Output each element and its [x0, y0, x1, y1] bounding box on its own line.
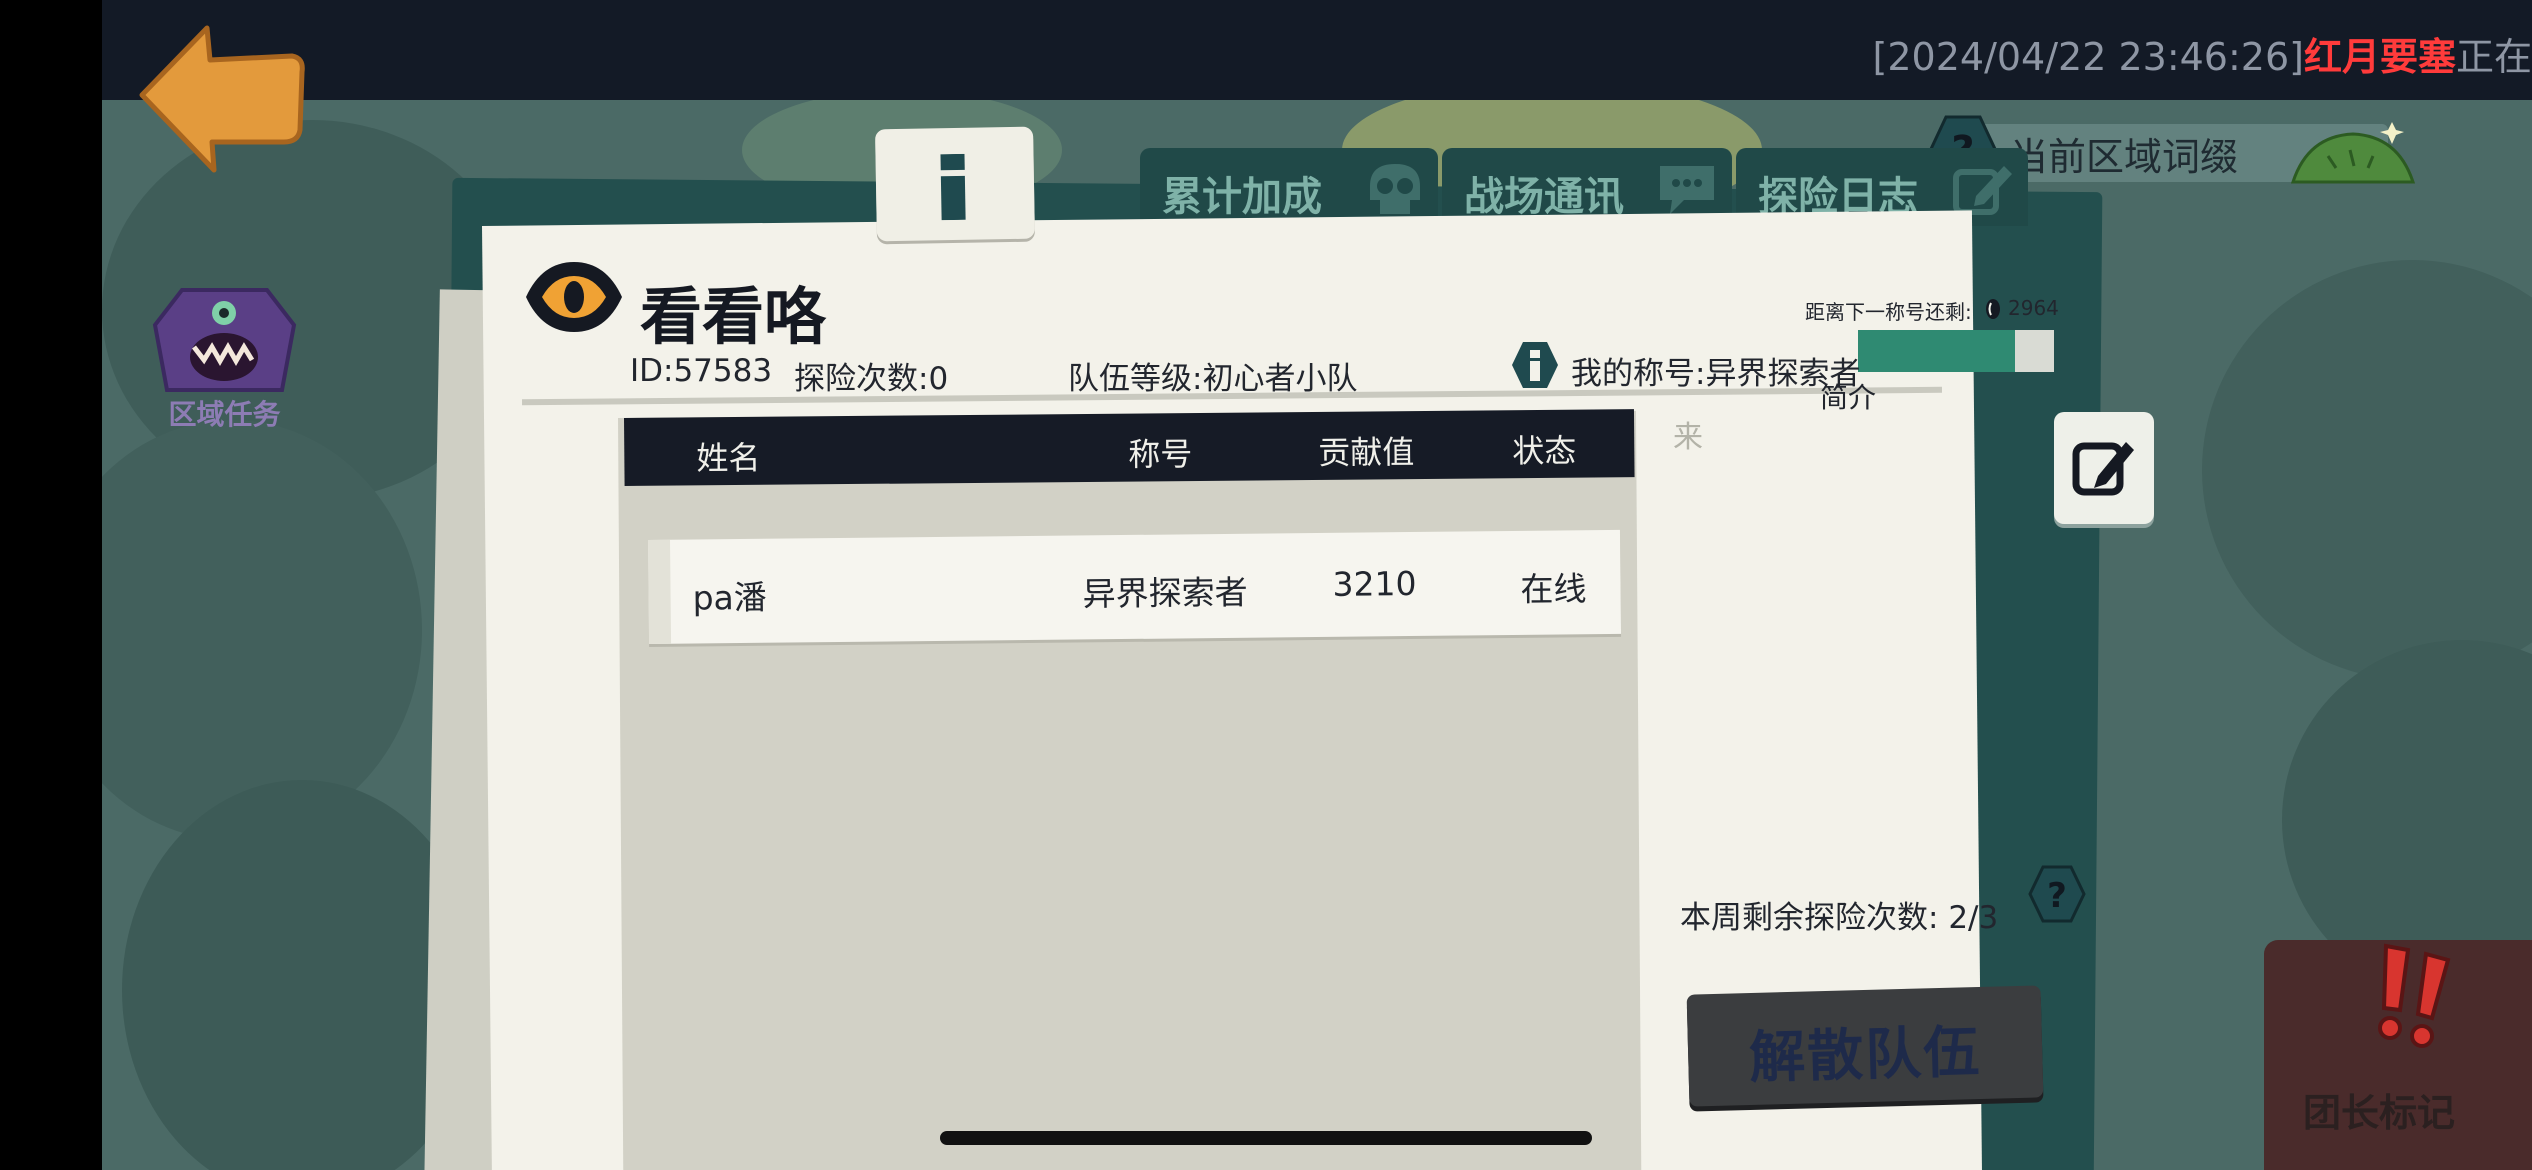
disband-team-button[interactable]: 解散队伍	[1686, 985, 2044, 1107]
member-list-area	[618, 410, 1642, 1170]
member-status: 在线	[1520, 569, 1587, 609]
ticker-timestamp: [2024/04/22 23:46:26]	[1872, 35, 2304, 79]
weekly-remaining: 本周剩余探险次数: 2/3	[1680, 892, 1998, 937]
edit-intro-button[interactable]	[2054, 412, 2154, 524]
eye-icon	[526, 262, 622, 332]
tab-team-info[interactable]	[875, 126, 1035, 242]
team-id: ID:57583	[630, 353, 773, 389]
member-title: 异界探索者	[1082, 572, 1248, 614]
tab-cumulative-bonus[interactable]: 累计加成	[1140, 148, 1438, 226]
team-name: 看看咯	[640, 280, 827, 353]
skull-icon	[1370, 164, 1420, 214]
intro-label: 简介	[1820, 381, 1877, 414]
ticker-suffix: 正在	[2455, 35, 2532, 79]
left-black-bar	[0, 0, 102, 1170]
team-header: 看看咯 ID:57583 探险次数:0 队伍等级:初心者小队 距离下一称号还剩:…	[522, 258, 2059, 398]
chat-bubble-icon	[1660, 166, 1714, 214]
info-icon	[1512, 342, 1558, 388]
title-progress-bar	[1858, 330, 2054, 372]
region-task-label: 区域任务	[168, 398, 281, 431]
weekly-remaining-value: 2/3	[1948, 900, 1999, 936]
title-progress-fill	[1858, 330, 2015, 372]
member-name: pa潘	[692, 577, 767, 618]
seed-icon	[1986, 299, 2000, 319]
team-level: 队伍等级:初心者小队	[1068, 361, 1358, 397]
expedition-count: 探险次数:0	[794, 361, 949, 397]
pencil-icon	[1953, 166, 2012, 215]
leader-mark-label: 团长标记	[2302, 1091, 2455, 1135]
area-suffix-label: 当前区域词缀	[2010, 135, 2239, 179]
svg-text:?: ?	[2047, 876, 2067, 916]
info-icon	[940, 153, 966, 221]
next-title-value: 2964	[2008, 296, 2059, 320]
exclamation-icon	[2378, 943, 2451, 1048]
monster-icon	[152, 288, 297, 392]
home-indicator[interactable]	[940, 1131, 1592, 1145]
member-table-header: 姓名 称号 贡献值 状态	[624, 409, 1635, 486]
my-title: 我的称号:异界探索者	[1571, 356, 1861, 392]
col-name: 姓名	[696, 438, 761, 478]
back-arrow-icon	[139, 25, 305, 173]
disband-label: 解散队伍	[1748, 1019, 1983, 1092]
back-button[interactable]	[132, 20, 312, 180]
ticker-highlight: 红月要塞	[2303, 35, 2456, 79]
col-status: 状态	[1512, 431, 1577, 471]
next-title-label: 距离下一称号还剩:	[1805, 300, 1972, 324]
broadcast-ticker: [2024/04/22 23:46:26]红月要塞正在	[1873, 26, 2532, 81]
col-title: 称号	[1128, 435, 1193, 474]
leader-mark-button[interactable]: 团长标记	[2264, 940, 2532, 1170]
hill-icon	[2290, 122, 2416, 184]
table-row[interactable]: pa潘 异界探索者 3210 在线	[648, 529, 1622, 644]
tab-label: 累计加成	[1162, 174, 1322, 220]
edit-icon	[2072, 442, 2134, 496]
weekly-remaining-label: 本周剩余探险次数:	[1680, 900, 1939, 936]
help-icon[interactable]: ?	[2028, 865, 2086, 923]
col-contribution: 贡献值	[1318, 433, 1415, 472]
member-contribution: 3210	[1332, 563, 1417, 604]
region-task-button[interactable]: 区域任务	[152, 285, 297, 435]
intro-text: 来	[1673, 420, 1703, 455]
bush-decoration	[2202, 260, 2532, 680]
